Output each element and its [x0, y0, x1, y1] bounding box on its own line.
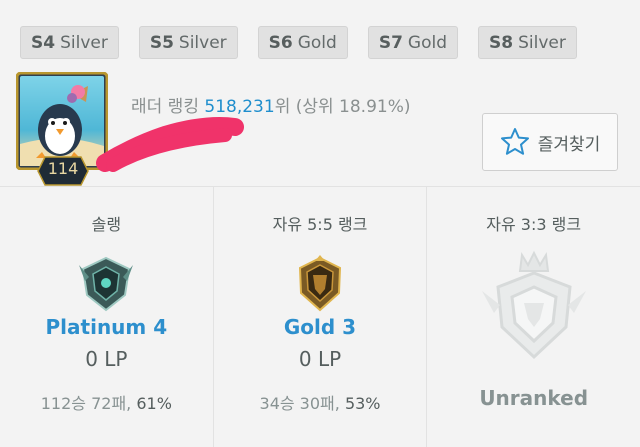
rank-solo: 솔랭 Platinum 4 0 LP 112승 72패, 61%: [0, 187, 214, 447]
season-tier: Gold: [407, 32, 447, 53]
unranked-label: Unranked: [479, 386, 589, 410]
rank-panels: 솔랭 Platinum 4 0 LP 112승 72패, 61% 자유 5:5 …: [0, 187, 640, 447]
rank-lp: 0 LP: [85, 347, 128, 371]
rank-record: 112승 72패, 61%: [0, 390, 213, 414]
rank-flex-3v3: 자유 3:3 랭크 Unranked: [427, 187, 640, 447]
season-name: S8: [489, 32, 514, 53]
rank-flex-5v5: 자유 5:5 랭크 Gold 3 0 LP 34승 30패, 53%: [214, 187, 428, 447]
season-name: S5: [149, 32, 174, 53]
ladder-ranking: 래더 랭킹 518,231위 (상위 18.91%): [131, 92, 411, 117]
win-ratio: 53%: [344, 394, 381, 413]
gold-emblem-icon: [298, 255, 342, 312]
season-badge-s8: S8 Silver: [478, 26, 577, 59]
star-outline-icon: [500, 128, 529, 155]
favorite-label: 즐겨찾기: [537, 134, 601, 155]
rank-tier: Gold 3: [283, 315, 357, 339]
win-loss: 34승 30패,: [259, 394, 345, 413]
season-name: S6: [268, 32, 293, 53]
season-tier: Silver: [178, 32, 227, 53]
season-badge-s7: S7 Gold: [367, 26, 458, 59]
rank-title: 자유 3:3 랭크: [486, 215, 582, 234]
season-badge-s6: S6 Gold: [257, 26, 348, 59]
platinum-emblem-icon: [79, 256, 134, 312]
summoner-header: S4 Silver S5 Silver S6 Gold S7 Gold S8 S…: [0, 0, 640, 187]
rank-record: 34승 30패, 53%: [214, 390, 427, 414]
win-ratio: 61%: [136, 394, 172, 413]
rank-lp: 0 LP: [298, 347, 342, 371]
season-name: S7: [378, 32, 403, 53]
ladder-prefix: 래더 랭킹: [131, 97, 205, 117]
season-badge-s5: S5 Silver: [138, 26, 238, 59]
season-badge-s4: S4 Silver: [20, 26, 119, 59]
win-loss: 112승 72패,: [40, 394, 137, 413]
summoner-level: 114: [47, 159, 79, 178]
ladder-suffix: 위 (상위 18.91%): [274, 97, 411, 117]
season-history: S4 Silver S5 Silver S6 Gold S7 Gold S8 S…: [20, 26, 597, 59]
rank-title: 자유 5:5 랭크: [272, 215, 368, 234]
rank-title: 솔랭: [91, 215, 122, 234]
season-tier: Silver: [518, 32, 566, 53]
unranked-emblem-icon: [481, 250, 586, 360]
rank-tier: Platinum 4: [45, 315, 168, 339]
ladder-rank-number[interactable]: 518,231: [204, 97, 274, 117]
season-tier: Gold: [297, 32, 337, 53]
favorite-button[interactable]: 즐겨찾기: [482, 113, 618, 171]
season-tier: Silver: [60, 32, 108, 53]
season-name: S4: [31, 32, 56, 53]
